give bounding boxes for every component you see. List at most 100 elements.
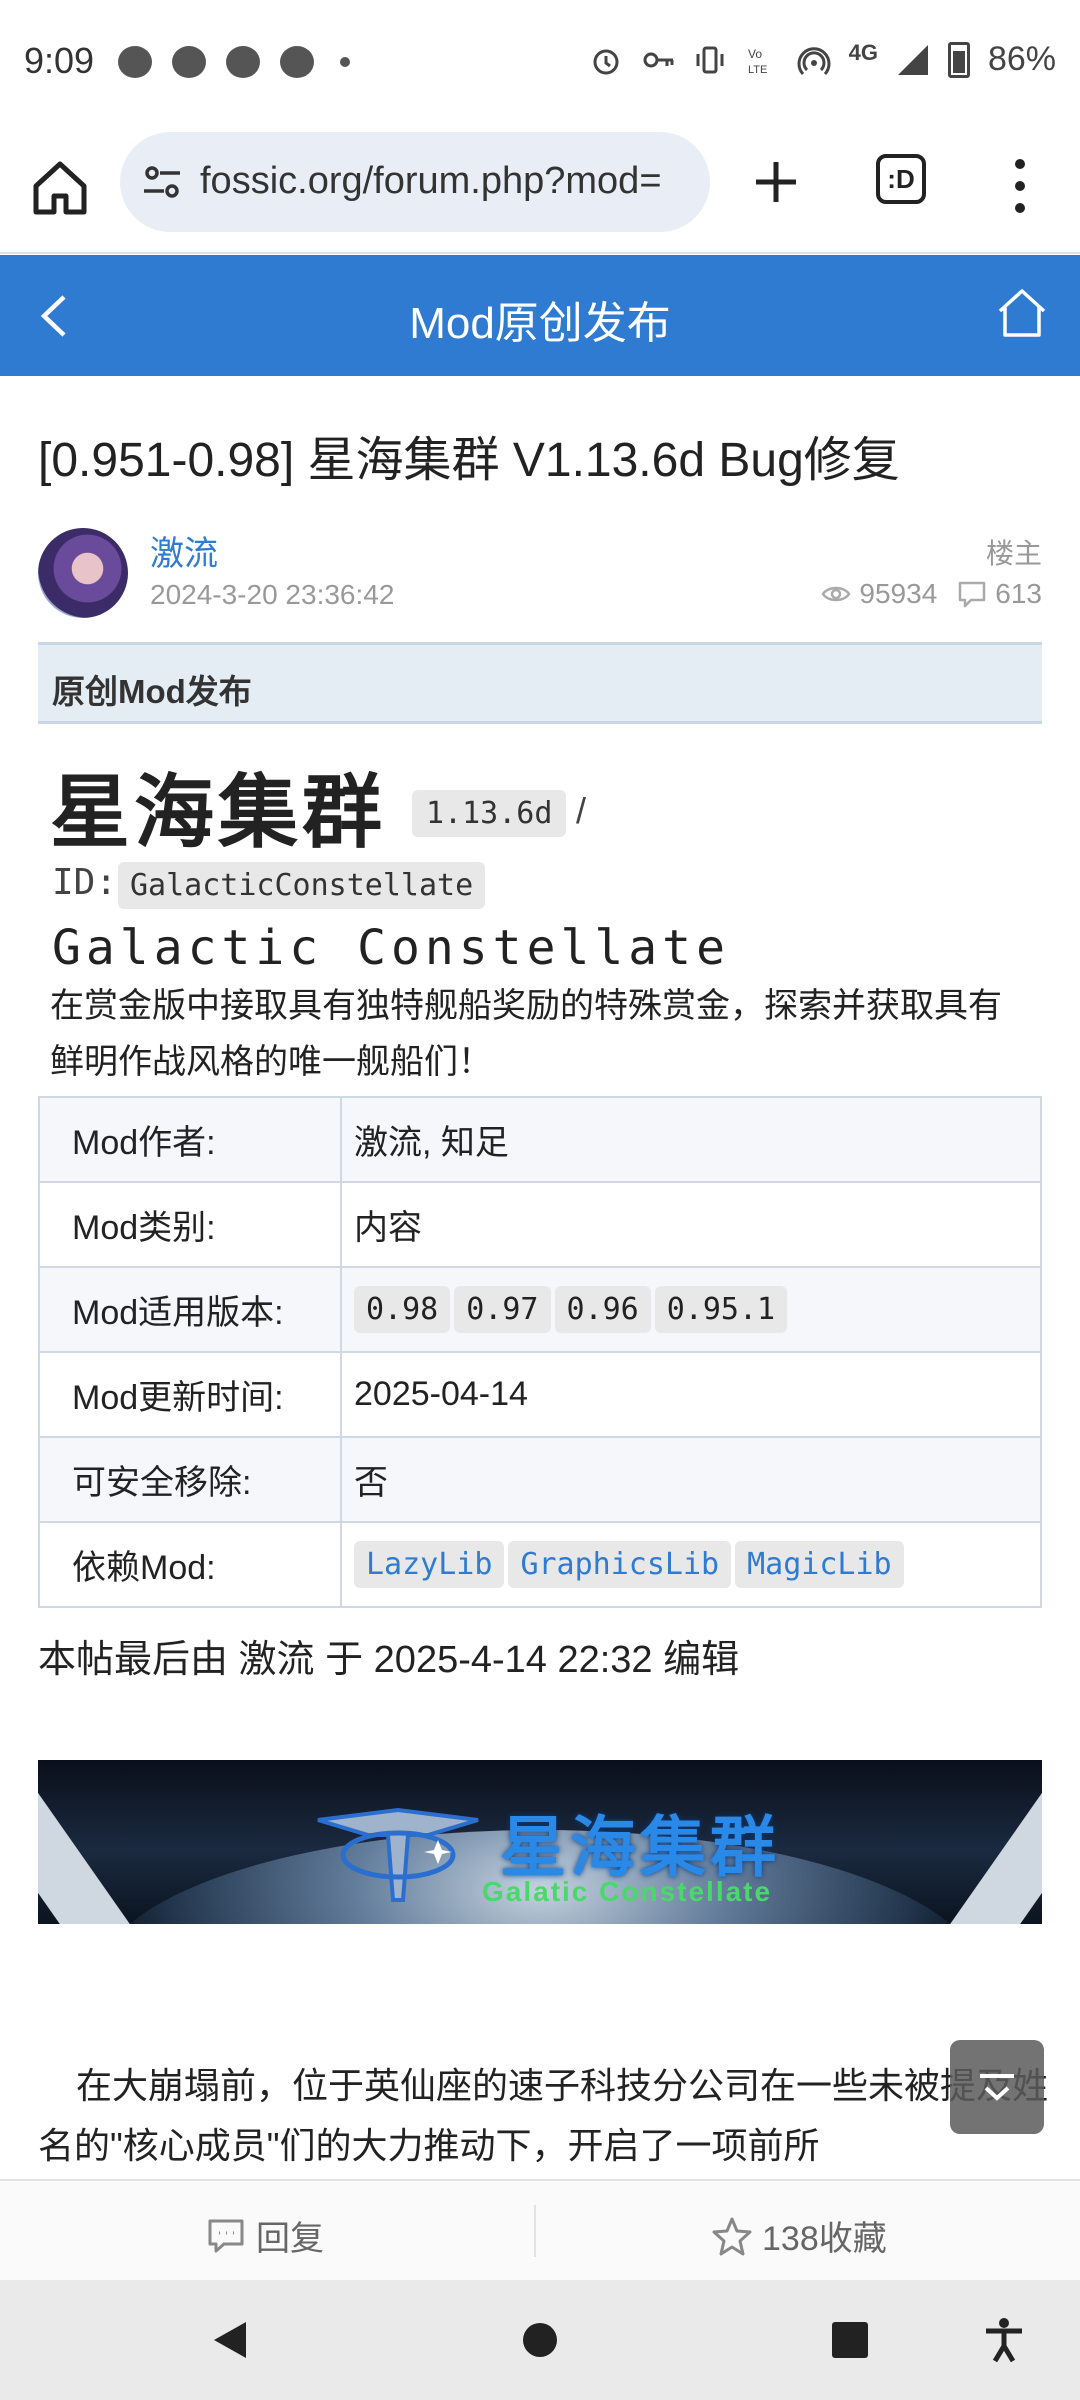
plus-icon xyxy=(756,162,796,202)
mod-logo-icon xyxy=(317,1807,479,1902)
more-vert-icon xyxy=(1015,159,1025,213)
tab-switcher-button[interactable]: :D xyxy=(876,154,926,204)
version-tag: 0.95.1 xyxy=(654,1286,788,1333)
url-text[interactable]: fossic.org/forum.php?mod= xyxy=(200,160,690,203)
battery-icon xyxy=(947,41,970,78)
divider xyxy=(534,2205,536,2257)
status-bar: 9:09 Vo LTE 4G 86% xyxy=(0,0,1080,126)
banner-title-en: Galatic Constellate xyxy=(482,1876,773,1907)
mod-info-table: Mod作者: 激流, 知足 Mod类别: 内容 Mod适用版本: 0.98 0.9… xyxy=(38,1096,1042,1608)
forum-header: Mod原创发布 xyxy=(0,255,1080,376)
signal-icon xyxy=(896,43,930,77)
post-stats: 95934 613 xyxy=(821,578,1042,610)
post-action-bar: 回复 138收藏 xyxy=(0,2179,1080,2280)
table-row: 依赖Mod: LazyLib GraphicsLib MagicLib xyxy=(38,1521,1042,1608)
svg-text:LTE: LTE xyxy=(748,64,767,76)
table-key: Mod作者: xyxy=(38,1096,342,1183)
post-date: 2024-3-20 23:36:42 xyxy=(150,579,395,610)
separator: / xyxy=(576,790,587,831)
dependency-link[interactable]: LazyLib xyxy=(354,1541,505,1588)
favorite-button[interactable]: 138收藏 xyxy=(712,2211,887,2260)
new-tab-button[interactable] xyxy=(750,156,802,208)
message-icon xyxy=(118,46,152,78)
home-icon xyxy=(998,289,1046,337)
thread-title: [0.951-0.98] 星海集群 V1.13.6d Bug修复 xyxy=(38,434,900,487)
accessibility-icon xyxy=(986,2318,1022,2363)
alarm-icon xyxy=(589,43,623,77)
scroll-to-top-button[interactable] xyxy=(950,2040,1044,2134)
circle-home-icon xyxy=(523,2323,557,2357)
accessibility-button[interactable] xyxy=(980,2316,1028,2364)
section-header: 原创Mod发布 xyxy=(38,642,1042,724)
author-name[interactable]: 激流 xyxy=(150,526,218,575)
reply-count: 613 xyxy=(995,578,1042,609)
mod-version: 1.13.6d xyxy=(412,790,567,837)
table-value: 否 xyxy=(340,1436,1042,1523)
wechat-icon xyxy=(280,46,314,78)
table-row: Mod适用版本: 0.98 0.97 0.96 0.95.1 xyxy=(38,1266,1042,1353)
table-value: LazyLib GraphicsLib MagicLib xyxy=(340,1521,1042,1608)
system-nav-bar xyxy=(0,2280,1080,2400)
comment-icon xyxy=(208,2219,244,2252)
forum-title: Mod原创发布 xyxy=(409,299,671,348)
table-value: 0.98 0.97 0.96 0.95.1 xyxy=(340,1266,1042,1353)
mod-english-name: Galactic Constellate xyxy=(52,920,730,976)
banner-stripe xyxy=(931,1760,1042,1924)
reply-label: 回复 xyxy=(256,2220,324,2258)
section-label: 原创Mod发布 xyxy=(52,673,252,710)
table-key: Mod类别: xyxy=(38,1181,342,1268)
op-label: 楼主 xyxy=(985,538,1042,569)
table-value: 激流, 知足 xyxy=(340,1096,1042,1183)
story-text: 在大崩塌前，位于英仙座的速子科技分公司在一些未被提及姓名的"核心成员"们的大力推… xyxy=(38,2065,1049,2166)
triangle-back-icon xyxy=(214,2322,246,2358)
browser-home-button[interactable] xyxy=(26,154,94,222)
wechat-icon xyxy=(172,46,206,78)
battery-percent: 86% xyxy=(987,40,1056,78)
browser-menu-button[interactable] xyxy=(1008,156,1032,216)
key-icon xyxy=(641,43,675,77)
mod-name: 星海集群 xyxy=(50,768,386,857)
qq-icon xyxy=(226,46,260,78)
table-key: Mod适用版本: xyxy=(38,1266,342,1353)
mod-banner-image[interactable]: 星海集群 Galatic Constellate xyxy=(38,1760,1042,1924)
table-row: Mod更新时间: 2025-04-14 xyxy=(38,1351,1042,1438)
nav-back-button[interactable] xyxy=(206,2316,254,2364)
post-content: [0.951-0.98] 星海集群 V1.13.6d Bug修复 激流 2024… xyxy=(0,376,1080,2179)
square-recents-icon xyxy=(832,2322,868,2358)
edit-note: 本帖最后由 激流 于 2025-4-14 22:32 编辑 xyxy=(38,1639,740,1681)
view-count: 95934 xyxy=(859,578,938,609)
status-time: 9:09 xyxy=(24,40,95,81)
banner-stripe xyxy=(38,1760,149,1924)
vibrate-icon xyxy=(693,43,727,77)
dependency-link[interactable]: MagicLib xyxy=(735,1541,904,1588)
table-row: Mod作者: 激流, 知足 xyxy=(38,1096,1042,1183)
browser-toolbar: fossic.org/forum.php?mod= :D xyxy=(0,126,1080,254)
star-icon xyxy=(712,2217,752,2255)
address-bar[interactable]: fossic.org/forum.php?mod= xyxy=(120,132,710,232)
forum-home-button[interactable] xyxy=(994,285,1050,341)
network-type: 4G xyxy=(848,39,878,65)
version-tag: 0.97 xyxy=(454,1286,551,1333)
table-row: 可安全移除: 否 xyxy=(38,1436,1042,1523)
table-key: 依赖Mod: xyxy=(38,1521,342,1608)
version-tag: 0.98 xyxy=(354,1286,451,1333)
more-notifications-icon xyxy=(340,57,350,67)
home-icon xyxy=(33,161,87,215)
table-key: 可安全移除: xyxy=(38,1436,342,1523)
site-settings-icon[interactable] xyxy=(142,164,182,200)
comment-icon xyxy=(957,579,987,609)
volte-icon: Vo LTE xyxy=(745,43,779,77)
eye-icon xyxy=(821,579,851,609)
dependency-link[interactable]: GraphicsLib xyxy=(508,1541,732,1588)
avatar[interactable] xyxy=(38,528,128,618)
reply-button[interactable]: 回复 xyxy=(206,2211,324,2260)
table-value: 内容 xyxy=(340,1181,1042,1268)
mod-id-value: GalacticConstellate xyxy=(118,862,486,909)
scroll-top-icon xyxy=(980,2074,1014,2101)
status-icons: Vo LTE 4G 86% xyxy=(589,40,1056,79)
nav-home-button[interactable] xyxy=(516,2316,564,2364)
svg-text:Vo: Vo xyxy=(748,47,762,61)
nav-recents-button[interactable] xyxy=(826,2316,874,2364)
table-key: Mod更新时间: xyxy=(38,1351,342,1438)
hotspot-icon xyxy=(797,43,831,77)
